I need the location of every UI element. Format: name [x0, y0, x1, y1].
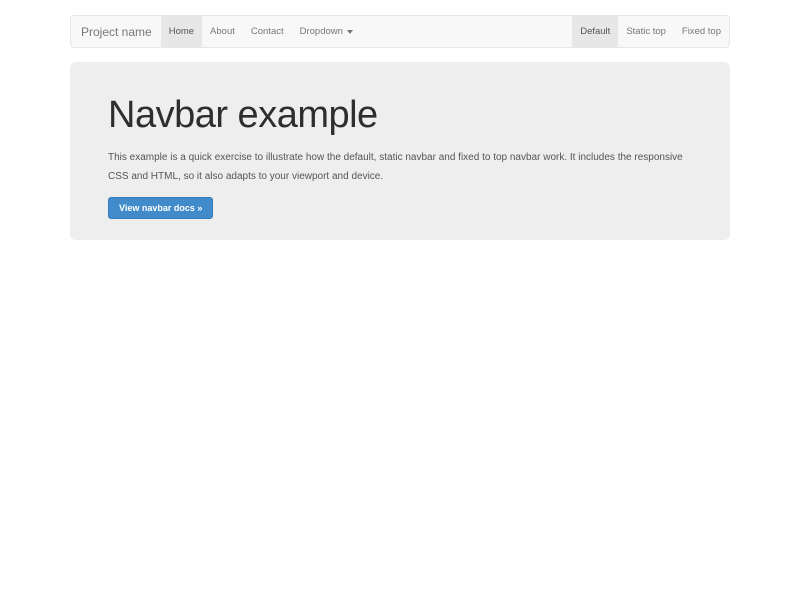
- jumbotron: Navbar example This example is a quick e…: [70, 62, 730, 240]
- navbar-left-nav: Home About Contact Dropdown: [161, 16, 361, 47]
- nav-item-default[interactable]: Default: [572, 16, 618, 47]
- navbar-brand[interactable]: Project name: [71, 16, 161, 47]
- view-navbar-docs-button[interactable]: View navbar docs »: [108, 197, 213, 219]
- page-container: Project name Home About Contact Dropdown…: [70, 15, 730, 240]
- nav-item-home[interactable]: Home: [161, 16, 202, 47]
- navbar-right-nav: Default Static top Fixed top: [572, 16, 729, 47]
- nav-item-about[interactable]: About: [202, 16, 243, 47]
- nav-item-dropdown-label: Dropdown: [300, 26, 343, 37]
- navbar: Project name Home About Contact Dropdown…: [70, 15, 730, 48]
- jumbotron-description: This example is a quick exercise to illu…: [108, 148, 686, 186]
- nav-item-static-top[interactable]: Static top: [618, 16, 674, 47]
- nav-item-contact[interactable]: Contact: [243, 16, 292, 47]
- page-title: Navbar example: [108, 95, 692, 137]
- caret-down-icon: [347, 30, 353, 34]
- nav-item-fixed-top[interactable]: Fixed top: [674, 16, 729, 47]
- nav-item-dropdown[interactable]: Dropdown: [292, 16, 361, 47]
